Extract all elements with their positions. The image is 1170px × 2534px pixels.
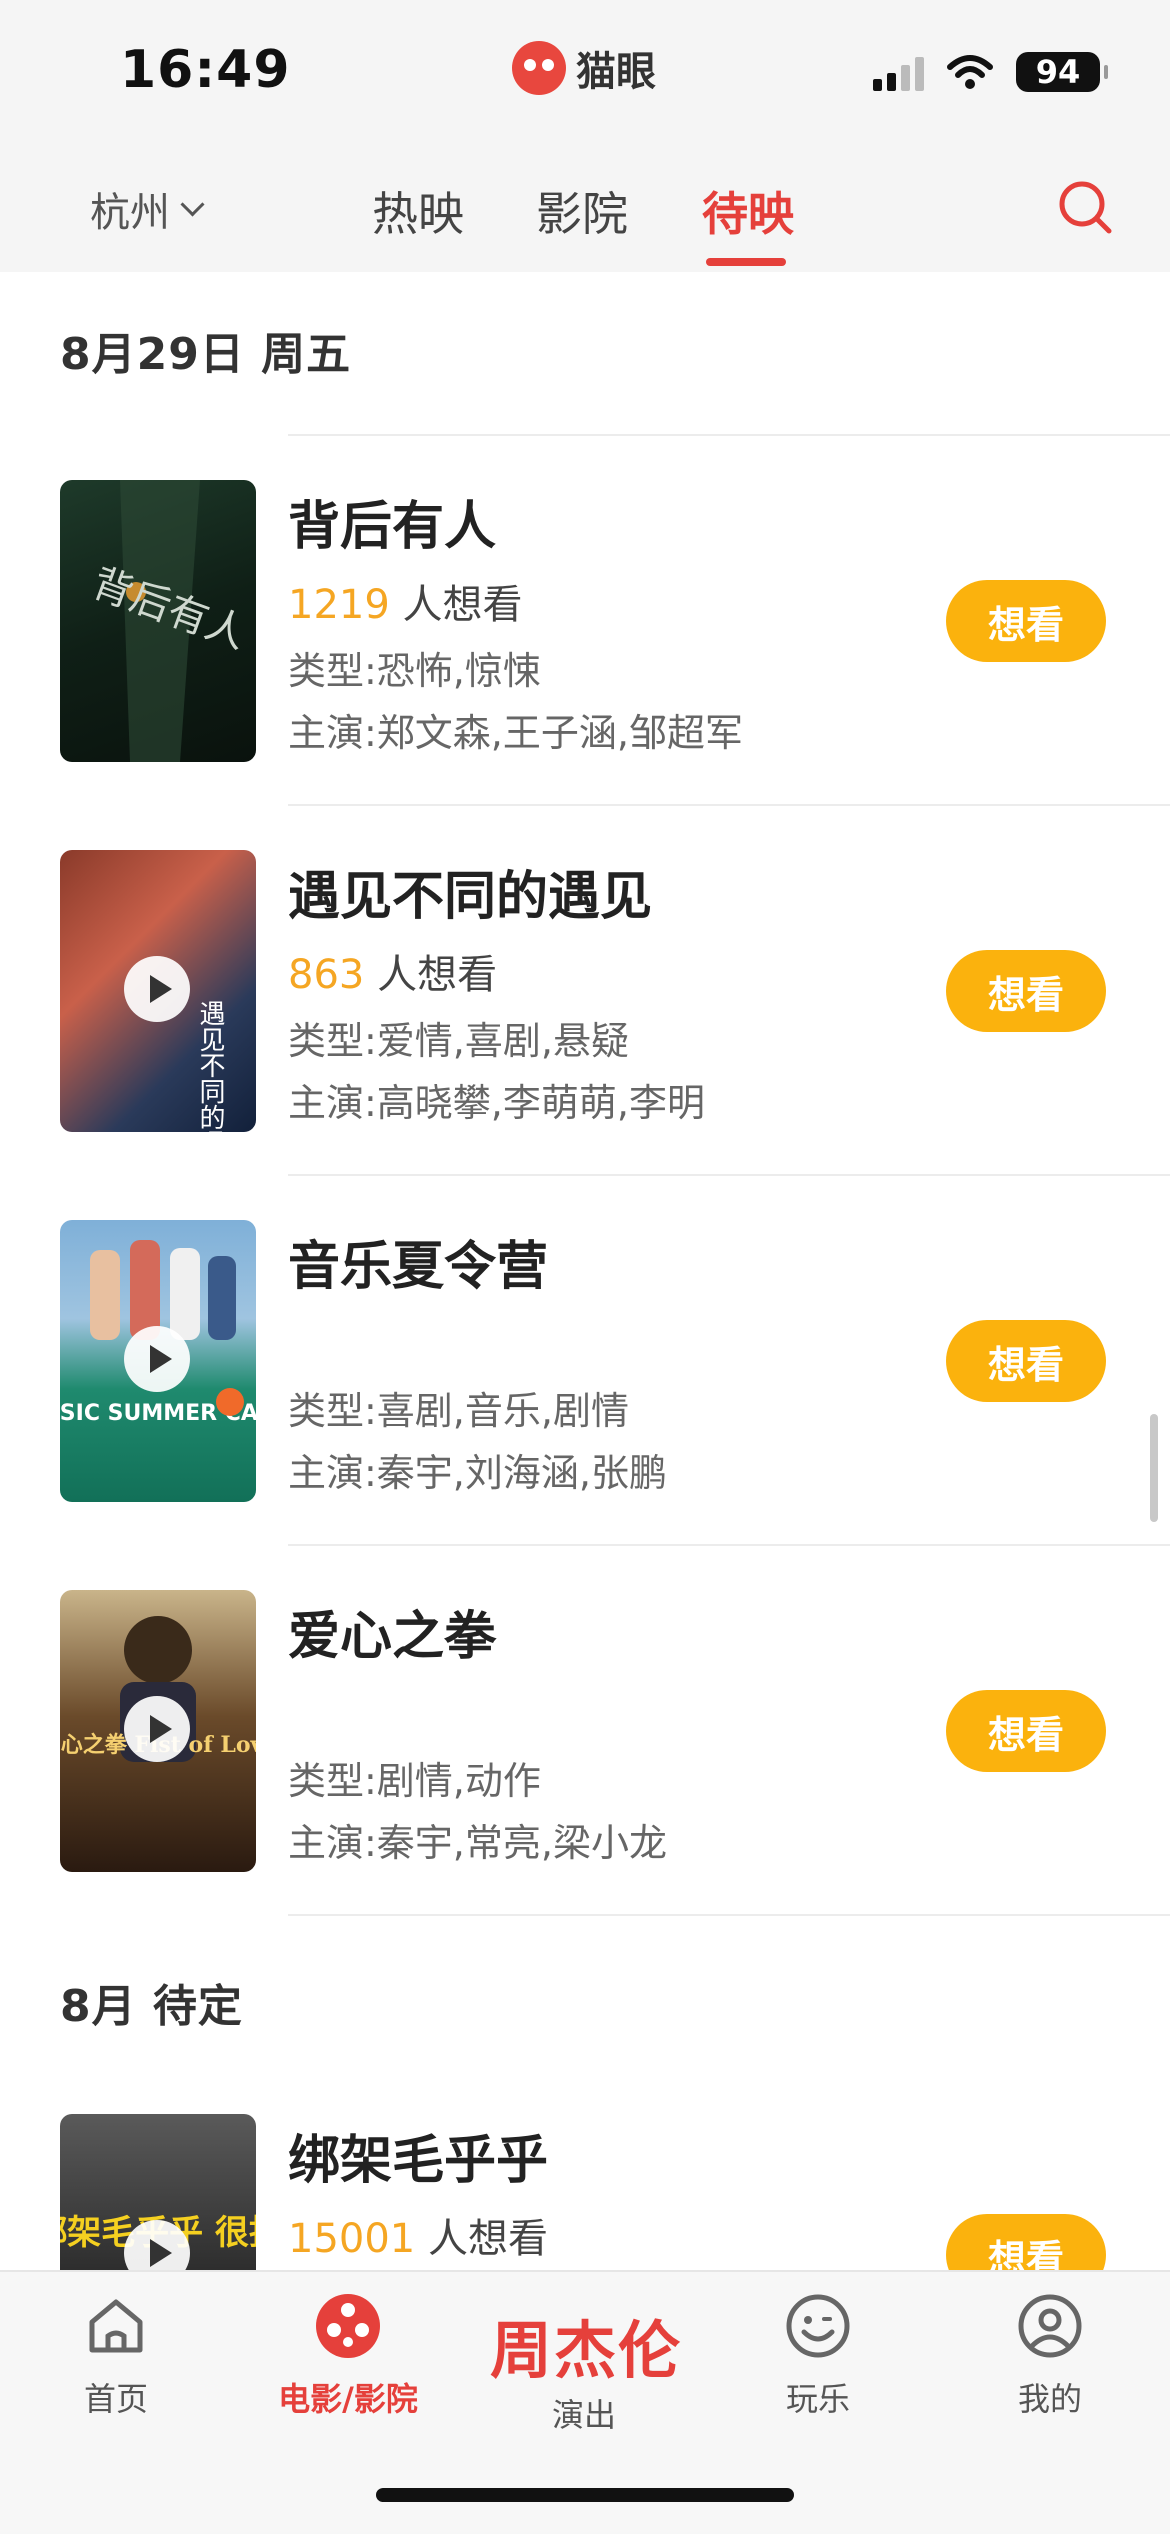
- search-icon[interactable]: [1056, 178, 1114, 236]
- maoyan-logo-icon: [512, 41, 566, 95]
- wifi-icon: [947, 55, 993, 89]
- want-count-number: 15001: [288, 2216, 416, 2262]
- cellular-signal-icon: [873, 53, 924, 91]
- want-to-watch-button[interactable]: 想看: [946, 1320, 1106, 1402]
- movie-genre: 类型:恐怖,惊悚: [288, 649, 541, 693]
- divider: [288, 1174, 1170, 1176]
- movie-list[interactable]: 8月29日 周五 背后有人 背后有人 1219 人想看 类型:恐怖,惊悚 主演:…: [0, 272, 1170, 2270]
- tab-now-showing[interactable]: 热映: [372, 178, 464, 244]
- film-reel-icon: [316, 2294, 380, 2358]
- brand-logo-area: 猫眼: [512, 38, 656, 98]
- movie-cast: 主演:秦宇,常亮,梁小龙: [288, 1821, 667, 1865]
- active-tab-underline: [706, 258, 786, 266]
- top-nav: 杭州 热映 影院 待映: [0, 160, 1170, 272]
- tab-shows-label: 演出: [552, 2396, 617, 2434]
- want-count-suffix: 人想看: [402, 582, 523, 628]
- want-to-watch-button[interactable]: 想看: [946, 1690, 1106, 1772]
- smile-icon: [786, 2294, 850, 2358]
- scrollbar[interactable]: [1150, 1414, 1158, 1522]
- tab-home-label: 首页: [83, 2380, 148, 2418]
- want-count-suffix: 人想看: [377, 952, 498, 998]
- section-date-header: 8月29日 周五: [60, 329, 352, 380]
- want-count-suffix: 人想看: [427, 2216, 548, 2262]
- home-icon: [89, 2299, 143, 2353]
- play-trailer-icon[interactable]: [124, 1696, 190, 1762]
- tab-movies-cinemas[interactable]: 电影/影院: [268, 2292, 428, 2420]
- want-to-watch-button[interactable]: 想看: [946, 2214, 1106, 2270]
- want-count: 15001 人想看: [288, 2206, 548, 2264]
- want-to-watch-button[interactable]: 想看: [946, 950, 1106, 1032]
- tab-coming-soon[interactable]: 待映: [702, 178, 794, 244]
- section-date-header: 8月 待定: [60, 1981, 243, 2032]
- movie-title: 背后有人: [288, 497, 497, 557]
- want-count: 1219 人想看: [288, 572, 523, 630]
- tab-cinemas[interactable]: 影院: [536, 178, 628, 244]
- movie-poster[interactable]: 爱心之拳 Fist of Love: [60, 1590, 256, 1872]
- city-selector[interactable]: 杭州: [90, 180, 205, 238]
- movie-item[interactable]: 遇见不同的遇见 遇见不同的遇见 863 人想看 类型:爱情,喜剧,悬疑 主演:高…: [0, 850, 1170, 1220]
- want-to-watch-button[interactable]: 想看: [946, 580, 1106, 662]
- divider: [288, 434, 1170, 436]
- tab-movies-label: 电影/影院: [278, 2380, 418, 2418]
- tab-fun[interactable]: 玩乐: [738, 2292, 898, 2420]
- movie-genre: 类型:喜剧,音乐,剧情: [288, 1389, 629, 1433]
- want-count-number: 1219: [288, 582, 390, 628]
- movie-poster[interactable]: 背后有人: [60, 480, 256, 762]
- tab-home[interactable]: 首页: [36, 2292, 196, 2420]
- divider: [288, 1544, 1170, 1546]
- chevron-down-icon: [180, 191, 205, 217]
- want-count: 863 人想看: [288, 942, 497, 1000]
- movie-genre: 类型:剧情,动作: [288, 1759, 541, 1803]
- poster-art: 背后有人: [86, 480, 252, 762]
- movie-cast: 主演:郑文森,王子涵,邹超军: [288, 711, 743, 755]
- movie-cast: 主演:高晓攀,李萌萌,李明: [288, 1081, 705, 1125]
- user-icon: [1018, 2294, 1082, 2358]
- play-trailer-icon[interactable]: [124, 956, 190, 1022]
- play-trailer-icon[interactable]: [124, 1326, 190, 1392]
- battery-indicator: 94: [1016, 52, 1108, 92]
- movie-title: 绑架毛乎乎: [288, 2131, 549, 2191]
- brand-name: 猫眼: [576, 49, 656, 95]
- movie-cast: 主演:秦宇,刘海涵,张鹏: [288, 1451, 667, 1495]
- movie-title: 爱心之拳: [288, 1607, 497, 1667]
- movie-item[interactable]: 爱心之拳 Fist of Love 爱心之拳 类型:剧情,动作 主演:秦宇,常亮…: [0, 1590, 1170, 1960]
- want-count-number: 863: [288, 952, 365, 998]
- status-time: 16:49: [120, 40, 291, 100]
- tab-shows[interactable]: 周杰伦 演出: [470, 2272, 700, 2452]
- movie-poster[interactable]: 绑架毛乎乎 很批: [60, 2114, 256, 2270]
- movie-title: 音乐夏令营: [288, 1237, 549, 1297]
- city-name: 杭州: [90, 190, 170, 236]
- svg-text:遇见不同的遇见: 遇见不同的遇见: [195, 1000, 225, 1132]
- movie-title: 遇见不同的遇见: [288, 867, 653, 927]
- movie-genre: 类型:爱情,喜剧,悬疑: [288, 1019, 629, 1063]
- movie-poster[interactable]: 遇见不同的遇见: [60, 850, 256, 1132]
- tab-fun-label: 玩乐: [785, 2380, 850, 2418]
- home-indicator[interactable]: [376, 2488, 794, 2502]
- status-icons: 94: [873, 52, 1108, 92]
- movie-item[interactable]: 绑架毛乎乎 很批 绑架毛乎乎 15001 人想看 想看: [0, 2114, 1170, 2270]
- top-header: 16:49 猫眼 94 杭州 热映 影院 待映: [0, 0, 1170, 272]
- movie-poster[interactable]: MUSIC SUMMER CAMP: [60, 1220, 256, 1502]
- tab-profile[interactable]: 我的: [970, 2292, 1130, 2420]
- tab-profile-label: 我的: [1017, 2380, 1082, 2418]
- movie-item[interactable]: MUSIC SUMMER CAMP 音乐夏令营 类型:喜剧,音乐,剧情 主演:秦…: [0, 1220, 1170, 1590]
- divider: [288, 804, 1170, 806]
- divider: [288, 1914, 1170, 1916]
- promo-artist-text: 周杰伦: [490, 2314, 683, 2387]
- movie-item[interactable]: 背后有人 背后有人 1219 人想看 类型:恐怖,惊悚 主演:郑文森,王子涵,邹…: [0, 480, 1170, 850]
